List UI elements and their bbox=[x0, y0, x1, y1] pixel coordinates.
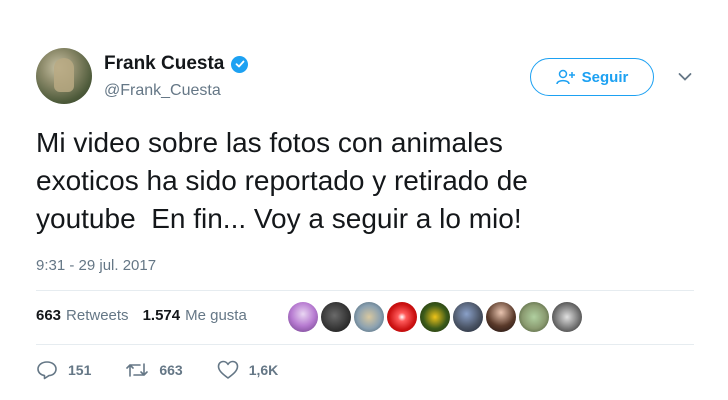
reply-button[interactable]: 151 bbox=[36, 360, 91, 380]
reply-count: 151 bbox=[68, 362, 92, 378]
follow-button-label: Seguir bbox=[581, 68, 629, 86]
retweets-count[interactable]: 663 bbox=[36, 307, 61, 324]
follow-button[interactable]: Seguir bbox=[530, 58, 654, 96]
reply-icon bbox=[37, 361, 57, 380]
user-avatar[interactable] bbox=[36, 48, 92, 104]
liker-avatars bbox=[288, 302, 582, 332]
liker-avatar[interactable] bbox=[288, 302, 318, 332]
likes-label[interactable]: Me gusta bbox=[185, 307, 247, 324]
retweet-count: 663 bbox=[159, 362, 183, 378]
likes-count[interactable]: 1.574 bbox=[143, 307, 181, 324]
liker-avatar[interactable] bbox=[453, 302, 483, 332]
like-button[interactable]: 1,6K bbox=[217, 360, 279, 380]
liker-avatar[interactable] bbox=[420, 302, 450, 332]
retweet-button[interactable]: 663 bbox=[125, 361, 183, 379]
verified-badge-icon bbox=[231, 55, 249, 73]
tweet-text: Mi video sobre las fotos con animales ex… bbox=[36, 127, 528, 234]
retweets-label[interactable]: Retweets bbox=[66, 307, 129, 324]
tweet-timestamp[interactable]: 9:31 - 29 jul. 2017 bbox=[36, 257, 156, 274]
liker-avatar[interactable] bbox=[354, 302, 384, 332]
user-handle[interactable]: @Frank_Cuesta bbox=[104, 82, 221, 100]
tweet-actions: 151 663 1,6K bbox=[36, 360, 312, 380]
like-count: 1,6K bbox=[248, 362, 279, 378]
liker-avatar[interactable] bbox=[519, 302, 549, 332]
tweet-stats: 663 Retweets 1.574 Me gusta bbox=[36, 307, 261, 324]
liker-avatar[interactable] bbox=[387, 302, 417, 332]
liker-avatar[interactable] bbox=[321, 302, 351, 332]
retweet-icon bbox=[126, 363, 149, 377]
divider bbox=[36, 290, 694, 291]
chevron-down-icon[interactable] bbox=[678, 72, 692, 82]
liker-avatar[interactable] bbox=[552, 302, 582, 332]
user-name-row: Frank Cuesta bbox=[104, 53, 249, 75]
divider bbox=[36, 344, 694, 345]
liker-avatar[interactable] bbox=[486, 302, 516, 332]
add-user-icon bbox=[555, 69, 575, 85]
heart-icon bbox=[217, 360, 239, 379]
display-name[interactable]: Frank Cuesta bbox=[104, 53, 224, 75]
